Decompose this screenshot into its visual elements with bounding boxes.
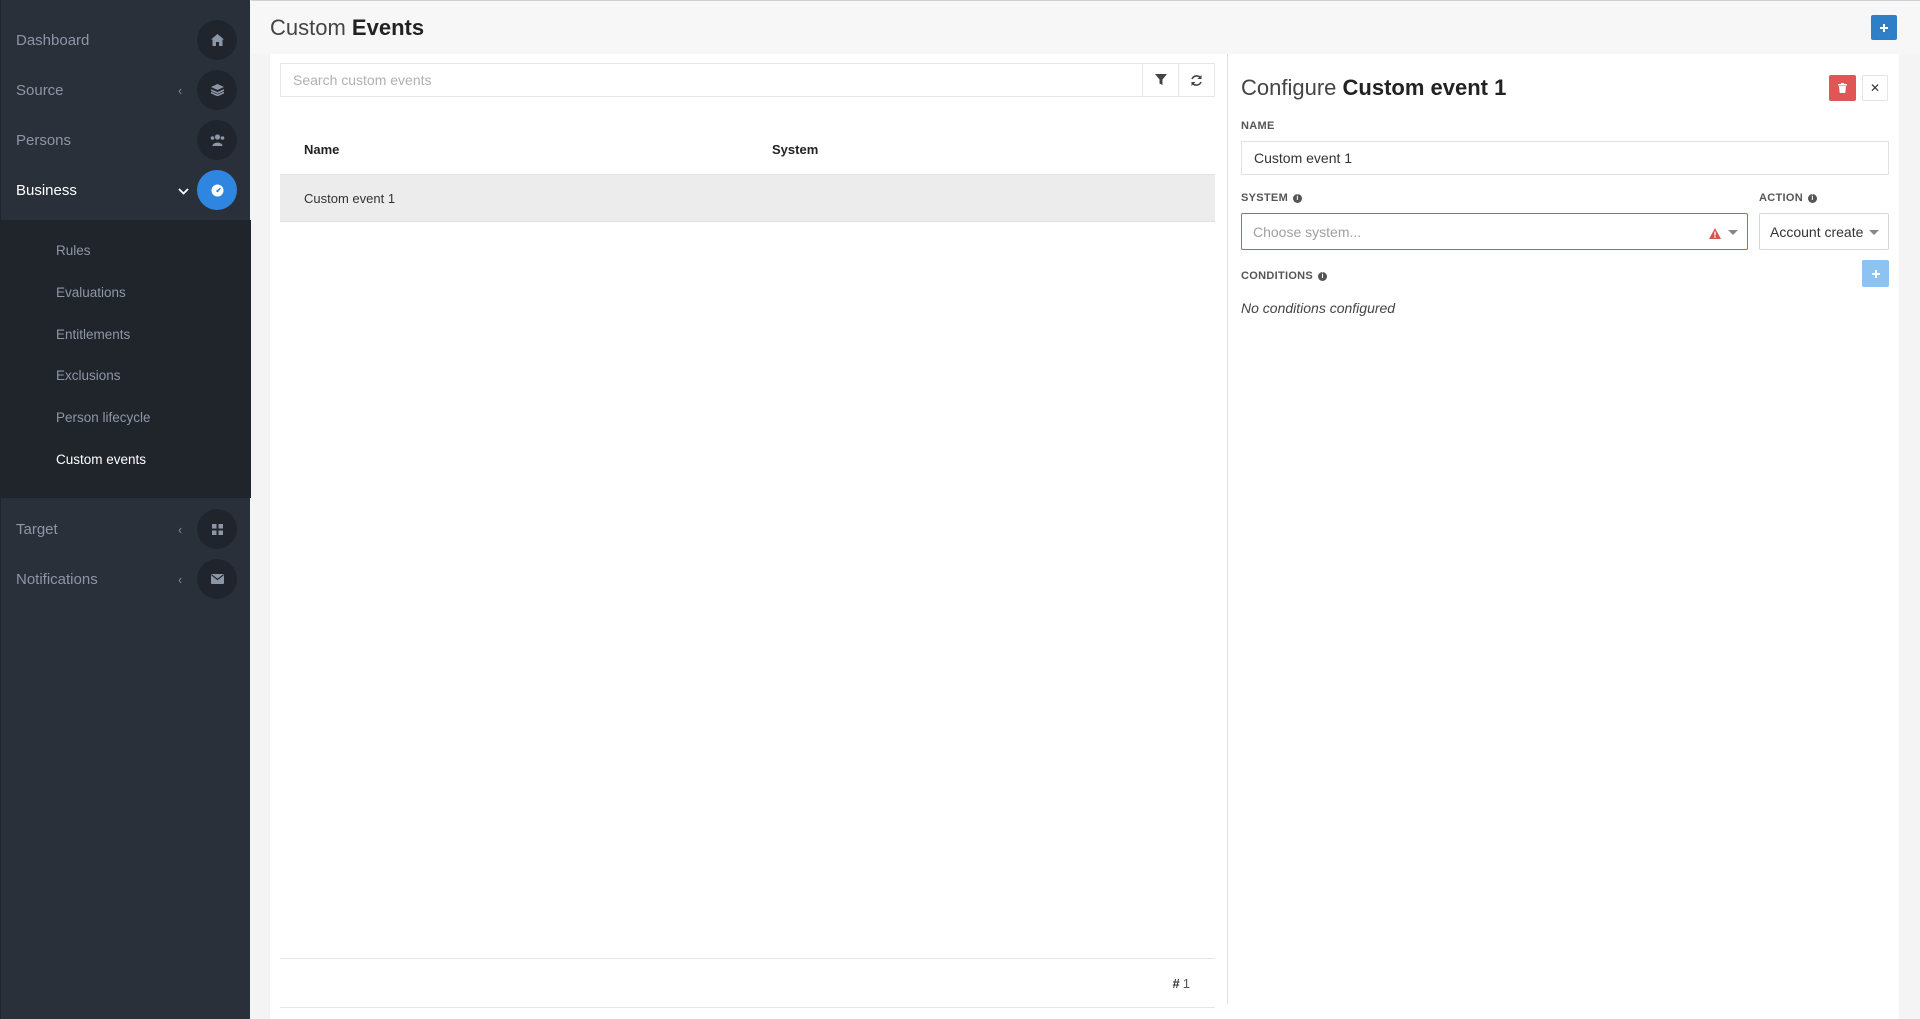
sidebar-item-label: Source [16,81,64,99]
add-custom-event-button[interactable] [1871,15,1897,40]
sidebar-subitem-custom-events[interactable]: Custom events [56,452,146,467]
gauge-icon [197,170,237,210]
sidebar-item-label: Dashboard [16,31,90,49]
system-select[interactable]: Choose system... [1241,213,1748,250]
warning-icon [1709,226,1721,244]
envelope-icon [197,559,237,599]
grid-icon [197,509,237,549]
system-select-placeholder: Choose system... [1253,224,1362,240]
sidebar-item-label: Notifications [16,570,98,588]
sidebar-item-label: Target [16,520,58,538]
page-title: Custom Events [270,15,424,41]
search-bar [280,63,1215,97]
table-row[interactable]: Custom event 1 [280,174,1215,222]
close-button[interactable]: ✕ [1862,75,1888,101]
action-label-text: ACTION [1759,192,1803,204]
name-field[interactable] [1241,141,1889,175]
name-label-text: NAME [1241,120,1275,132]
column-header-system[interactable]: System [772,142,818,157]
info-icon: i [1318,271,1328,281]
info-icon: i [1293,193,1303,203]
plus-icon [1871,269,1880,278]
search-input[interactable] [281,64,1142,96]
sidebar-item-label: Persons [16,131,72,149]
plus-icon [1880,23,1888,32]
name-label: NAME [1241,120,1275,132]
home-icon [197,20,237,60]
sidebar-subitem-entitlements[interactable]: Entitlements [56,327,130,342]
record-count: #1 [1173,976,1190,991]
sidebar-item-notifications[interactable]: Notifications ‹ [1,554,251,604]
table-header: Name System [280,124,1215,174]
chevron-down-icon [1728,230,1738,235]
conditions-empty-message: No conditions configured [1241,300,1396,316]
page-header: Custom Events [251,0,1920,54]
config-title: Configure Custom event 1 [1241,75,1506,101]
chevron-down-icon [1869,230,1879,235]
sidebar-item-label: Business [16,181,77,199]
sidebar-item-dashboard[interactable]: Dashboard [1,15,251,65]
conditions-label-text: CONDITIONS [1241,270,1314,282]
add-condition-button[interactable] [1862,260,1889,287]
system-label-text: SYSTEM [1241,192,1289,204]
record-count-value: 1 [1182,976,1190,991]
main-panel: Name System Custom event 1 #1 Configure … [270,54,1899,1019]
chevron-left-icon: ‹ [178,521,183,537]
sidebar-item-business[interactable]: Business [1,165,251,215]
delete-button[interactable] [1829,75,1856,101]
hash-icon: # [1172,976,1180,991]
refresh-icon [1191,74,1202,86]
sidebar-subitem-person-lifecycle[interactable]: Person lifecycle [56,410,151,425]
chevron-left-icon: ‹ [178,571,183,587]
sidebar-item-source[interactable]: Source ‹ [1,65,251,115]
page-title-light: Custom [270,15,346,40]
sidebar-subitem-exclusions[interactable]: Exclusions [56,368,121,383]
sidebar: Dashboard Source ‹ Persons Business Rule… [0,0,251,1019]
action-select-value: Account create [1770,224,1864,240]
column-header-name[interactable]: Name [304,142,339,157]
sidebar-item-target[interactable]: Target ‹ [1,504,251,554]
close-icon: ✕ [1869,81,1881,95]
page-title-bold: Events [351,15,425,40]
config-title-light: Configure [1241,75,1337,100]
action-select[interactable]: Account create [1759,213,1889,250]
trash-icon [1838,83,1847,93]
action-label: ACTION i [1759,192,1817,204]
chevron-down-icon [178,183,189,198]
sidebar-subitem-evaluations[interactable]: Evaluations [56,285,126,300]
filter-button[interactable] [1142,64,1178,96]
config-title-bold: Custom event 1 [1342,75,1507,100]
users-icon [197,120,237,160]
chevron-left-icon: ‹ [178,82,183,98]
system-label: SYSTEM i [1241,192,1303,204]
panel-divider [1227,54,1228,1004]
info-icon: i [1807,193,1817,203]
conditions-label: CONDITIONS i [1241,270,1328,282]
sidebar-item-persons[interactable]: Persons [1,115,251,165]
refresh-button[interactable] [1178,64,1214,96]
sidebar-subitem-rules[interactable]: Rules [56,243,91,258]
layers-icon [197,70,237,110]
row-name-cell: Custom event 1 [304,191,396,206]
business-submenu: Rules Evaluations Entitlements Exclusion… [1,220,251,498]
filter-icon [1154,74,1167,85]
table-footer: #1 [280,958,1215,1008]
